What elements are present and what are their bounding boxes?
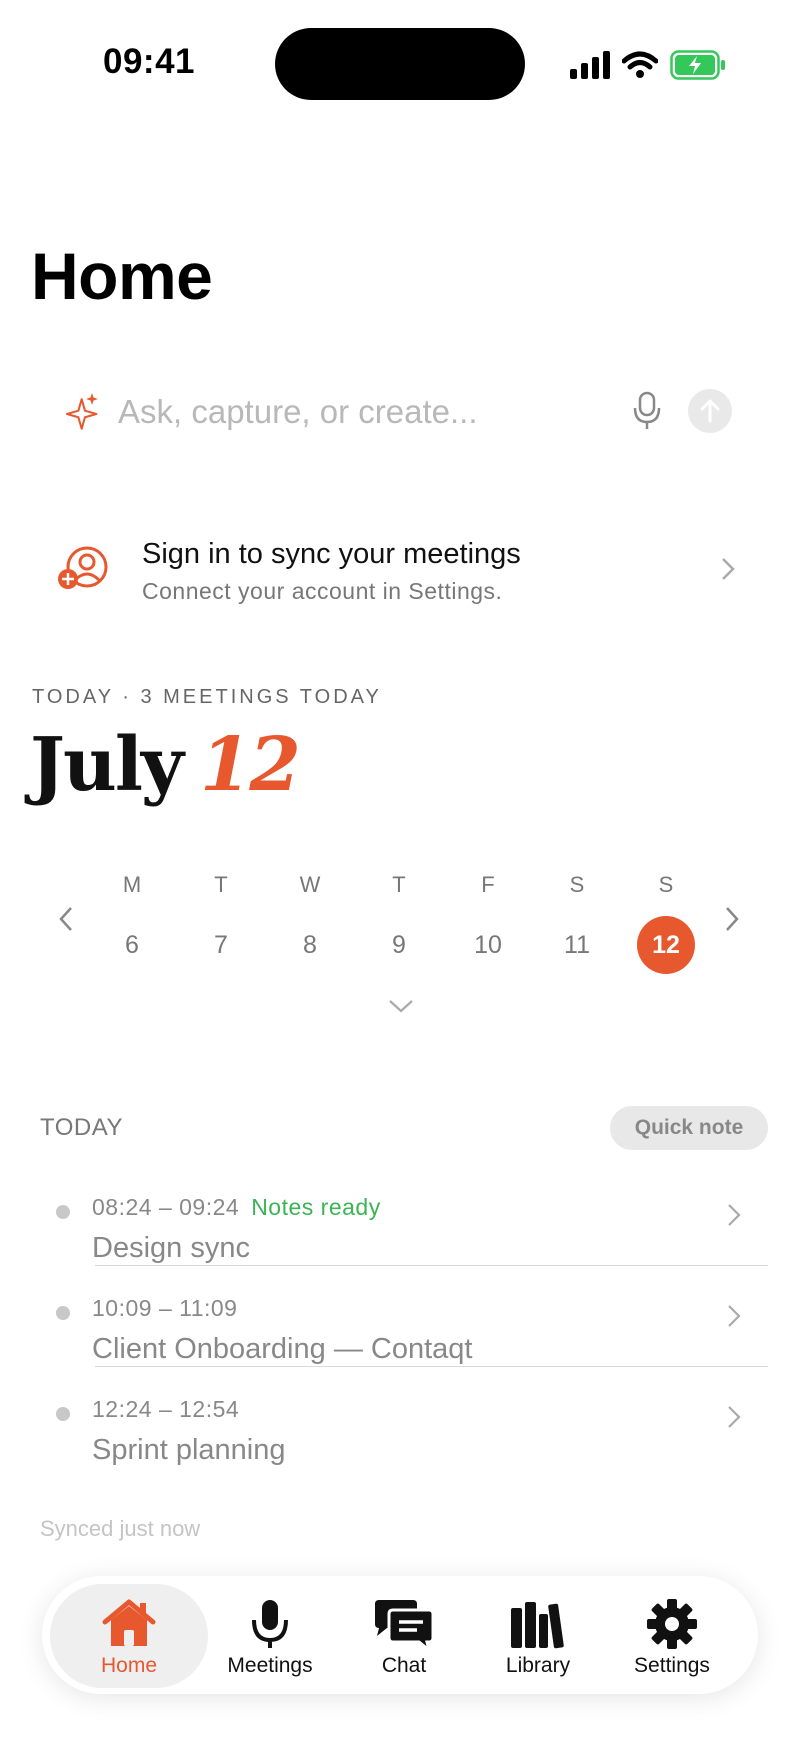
wifi-icon [622,51,658,78]
week-day[interactable]: W8 [280,872,340,974]
user-add-icon [58,546,108,589]
weekday-letter: T [214,872,228,897]
tab-settings[interactable]: Settings [604,1576,740,1694]
tab-label: Chat [381,1654,427,1677]
arrow-up-icon [700,399,720,423]
tab-library[interactable]: Library [470,1576,606,1694]
status-time: 09:41 [103,42,196,81]
tab-label: Library [505,1654,571,1677]
signin-sync-row[interactable]: Sign in to sync your meetings Connect yo… [32,520,750,620]
day-number: 11 [564,931,590,959]
date-month: July [30,722,184,808]
notes-ready-status: Notes ready [251,1194,381,1220]
day-number: 6 [125,931,139,959]
weekday-letter: M [122,872,142,897]
signin-title: Sign in to sync your meetings [142,538,521,570]
tab-bar: Home Meetings Chat Library Settings [42,1576,758,1694]
chevron-down-icon[interactable] [388,998,414,1014]
day-number: 8 [303,931,317,959]
send-button[interactable] [688,389,732,433]
weekday-letter: T [392,872,406,897]
chevron-right-icon [728,1204,741,1226]
sync-status: Synced just now [40,1516,201,1541]
chevron-right-icon [728,1406,741,1428]
meeting-row[interactable]: 12:24 – 12:54 Sprint planning [32,1382,768,1482]
page-title: Home [31,239,213,313]
week-day[interactable]: F 10 [458,872,518,974]
week-day[interactable]: S 11 [547,872,607,974]
meeting-time-line: 12:24 – 12:54 [92,1396,239,1423]
divider [95,1265,768,1266]
day-number: 7 [214,931,228,959]
status-icons [570,48,726,82]
ask-bar [32,375,750,447]
library-icon [511,1602,564,1649]
list-caption: TODAY [40,1114,123,1141]
chevron-right-icon[interactable] [722,904,742,934]
meeting-name: Sprint planning [92,1434,286,1466]
chat-icon [375,1600,435,1652]
today-caption: TODAY · 3 MEETINGS TODAY [32,686,382,708]
meeting-time: 12:24 – 12:54 [92,1396,240,1422]
day-number: 9 [392,931,406,959]
week-day-selected[interactable]: S 12 [636,872,696,974]
meeting-dot [56,1205,70,1219]
battery-charging-icon [670,50,725,80]
sparkles-icon [65,393,98,430]
tab-label: Home [100,1654,158,1677]
date-day: 12 [199,722,301,808]
week-day[interactable]: T9 [369,872,429,974]
tab-chat[interactable]: Chat [336,1576,472,1694]
week-day[interactable]: M6 [102,872,162,974]
tab-label: Settings [634,1654,710,1677]
dynamic-island [275,28,525,100]
ask-input[interactable] [116,389,640,435]
tab-home[interactable]: Home [50,1584,208,1688]
date-heading: July 12 [30,722,301,808]
microphone-icon [252,1600,288,1648]
weekday-letter: S [569,872,585,897]
chevron-left-icon[interactable] [56,904,76,934]
meeting-time-line: 08:24 – 09:24 Notes ready [92,1194,381,1221]
meeting-time-line: 10:09 – 11:09 [92,1295,237,1322]
chevron-right-icon [722,558,735,580]
home-icon [102,1599,156,1646]
meeting-name: Client Onboarding — Contaqt [92,1333,473,1365]
weekday-letter: S [658,872,674,897]
week-day[interactable]: T7 [191,872,251,974]
day-number: 10 [474,931,502,959]
tab-label: Meetings [227,1654,313,1677]
meeting-name: Design sync [92,1232,250,1264]
weekday-letter: W [299,872,321,897]
cellular-signal-icon [570,51,610,79]
weekday-letter: F [481,872,495,897]
meeting-time: 08:24 – 09:24 [92,1194,240,1220]
meeting-dot [56,1407,70,1421]
signin-subtitle: Connect your account in Settings. [142,578,503,604]
meeting-time: 10:09 – 11:09 [92,1295,238,1321]
gear-icon [647,1599,697,1649]
meeting-dot [56,1306,70,1320]
quick-note-button[interactable]: Quick note [610,1106,768,1150]
tab-meetings[interactable]: Meetings [202,1576,338,1694]
day-number-selected: 12 [637,916,695,974]
divider [95,1366,768,1367]
chevron-right-icon [728,1305,741,1327]
microphone-icon[interactable] [632,391,662,431]
